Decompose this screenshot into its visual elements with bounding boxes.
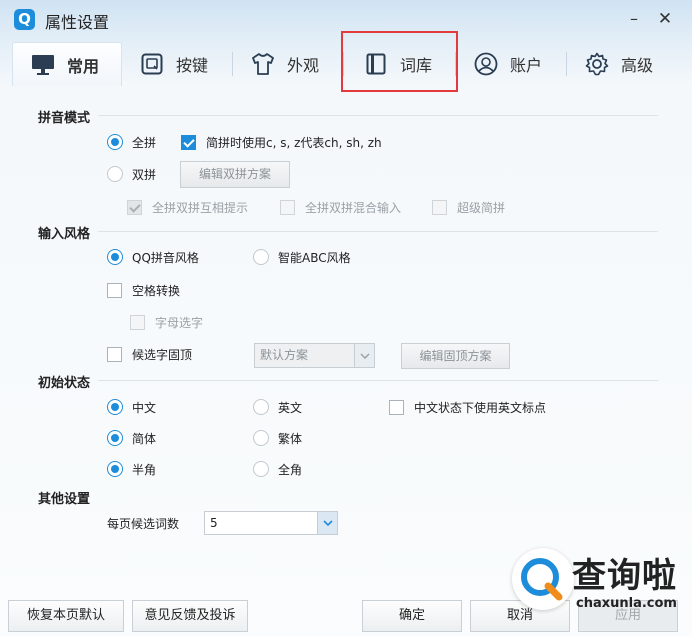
- radio-indicator: [107, 166, 123, 182]
- checkbox-indicator: [389, 399, 404, 415]
- radio-indicator: [107, 134, 123, 150]
- chevron-down-icon: [317, 512, 337, 534]
- radio-full-width[interactable]: 全角: [253, 460, 302, 478]
- checkbox-pin-top[interactable]: 候选字固顶: [107, 345, 192, 363]
- monitor-icon: [31, 53, 55, 77]
- checkbox-indicator: [127, 199, 142, 215]
- key-icon: [140, 52, 164, 76]
- feedback-button[interactable]: 意见反馈及投诉: [132, 600, 248, 632]
- app-logo-icon: Q: [14, 9, 35, 30]
- section-initial-state: 初始状态: [38, 376, 91, 391]
- checkbox-space-convert[interactable]: 空格转换: [107, 281, 180, 299]
- per-page-select[interactable]: 5: [204, 511, 338, 535]
- tab-separator: [232, 52, 233, 76]
- checkbox-indicator: [280, 199, 295, 215]
- tab-keys[interactable]: 按键: [140, 42, 208, 86]
- checkbox-jianpin-csz[interactable]: 简拼时使用c, s, z代表ch, sh, zh: [181, 133, 382, 151]
- ok-button[interactable]: 确定: [362, 600, 462, 632]
- radio-indicator: [107, 249, 123, 265]
- tab-label: 账户: [510, 56, 543, 75]
- radio-abc-style[interactable]: 智能ABC风格: [253, 248, 351, 266]
- settings-window: Q 属性设置 – ✕ 常用 按键 外观 词库 账户 高级 拼音模式 全拼 简拼时…: [0, 0, 692, 636]
- watermark-logo-icon: [512, 548, 574, 610]
- tab-separator: [566, 52, 567, 76]
- radio-indicator: [253, 430, 269, 446]
- checkbox-indicator: [181, 134, 196, 150]
- gear-icon: [585, 52, 609, 76]
- watermark-text: 查询啦: [572, 556, 677, 596]
- radio-indicator: [253, 249, 269, 265]
- section-divider: [98, 380, 658, 381]
- chevron-down-icon: [354, 344, 374, 367]
- section-divider: [98, 231, 658, 232]
- checkbox-indicator: [107, 282, 122, 298]
- edit-pin-scheme-button[interactable]: 编辑固顶方案: [401, 343, 510, 369]
- window-title: 属性设置: [45, 13, 110, 32]
- checkbox-super-jianpin[interactable]: 超级简拼: [432, 198, 505, 216]
- radio-simplified[interactable]: 简体: [107, 429, 156, 447]
- tab-advanced[interactable]: 高级: [585, 42, 653, 86]
- user-circle-icon: [474, 52, 498, 76]
- watermark-url: chaxunla.com: [576, 596, 677, 611]
- radio-quanpin[interactable]: 全拼: [107, 133, 156, 151]
- minimize-button[interactable]: –: [624, 9, 644, 29]
- section-pinyin-mode: 拼音模式: [38, 111, 91, 126]
- checkbox-indicator: [130, 314, 145, 330]
- radio-indicator: [253, 461, 269, 477]
- close-button[interactable]: ✕: [655, 9, 675, 29]
- tab-label: 高级: [621, 56, 654, 75]
- checkbox-mutual-hint[interactable]: 全拼双拼互相提示: [127, 198, 248, 216]
- checkbox-indicator: [432, 199, 447, 215]
- checkbox-indicator: [107, 346, 122, 362]
- radio-indicator: [107, 461, 123, 477]
- tab-label: 按键: [176, 56, 209, 75]
- radio-shuangpin[interactable]: 双拼: [107, 165, 156, 183]
- section-input-style: 输入风格: [38, 227, 91, 242]
- restore-default-button[interactable]: 恢复本页默认: [8, 600, 124, 632]
- per-page-label: 每页候选词数: [107, 516, 180, 531]
- section-divider: [98, 115, 658, 116]
- checkbox-letter-select[interactable]: 字母选字: [130, 313, 203, 331]
- tshirt-icon: [251, 52, 275, 76]
- pin-scheme-select[interactable]: 默认方案: [254, 343, 375, 368]
- radio-indicator: [107, 430, 123, 446]
- radio-traditional[interactable]: 繁体: [253, 429, 302, 447]
- tab-common[interactable]: 常用: [12, 42, 122, 86]
- tab-account[interactable]: 账户: [474, 42, 542, 86]
- tab-appearance[interactable]: 外观: [251, 42, 319, 86]
- radio-english[interactable]: 英文: [253, 398, 302, 416]
- edit-shuangpin-button[interactable]: 编辑双拼方案: [180, 161, 290, 188]
- highlight-frame: [341, 31, 458, 92]
- radio-half-width[interactable]: 半角: [107, 460, 156, 478]
- radio-qq-style[interactable]: QQ拼音风格: [107, 248, 199, 266]
- radio-indicator: [107, 399, 123, 415]
- tab-label: 常用: [67, 56, 100, 76]
- checkbox-mixed-input[interactable]: 全拼双拼混合输入: [280, 198, 401, 216]
- watermark: 查询啦 chaxunla.com: [512, 546, 690, 618]
- checkbox-english-punct[interactable]: 中文状态下使用英文标点: [389, 398, 546, 416]
- radio-indicator: [253, 399, 269, 415]
- section-other: 其他设置: [38, 492, 91, 507]
- radio-chinese[interactable]: 中文: [107, 398, 156, 416]
- tab-label: 外观: [287, 56, 320, 75]
